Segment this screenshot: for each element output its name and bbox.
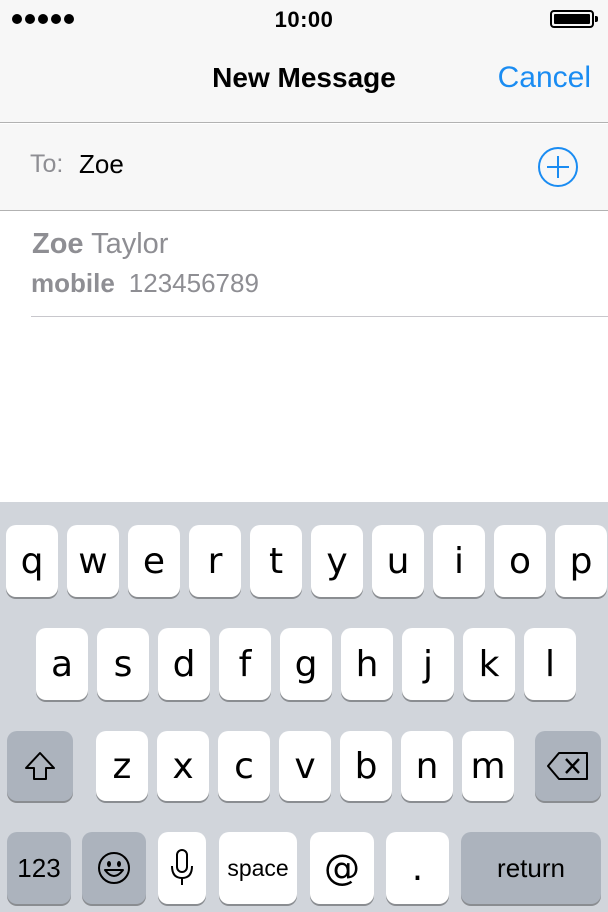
suggestion-name: Zoe Taylor [32, 228, 168, 261]
backspace-icon [547, 752, 588, 780]
shift-key[interactable] [7, 731, 73, 801]
navigation-bar: 10:00 New Message Cancel [0, 0, 608, 123]
key-w[interactable]: w [67, 525, 119, 597]
key-z[interactable]: z [96, 731, 148, 801]
key-m[interactable]: m [462, 731, 514, 801]
emoji-key[interactable] [82, 832, 146, 904]
key-d[interactable]: d [158, 628, 210, 700]
key-p[interactable]: p [555, 525, 607, 597]
key-r[interactable]: r [189, 525, 241, 597]
key-s[interactable]: s [97, 628, 149, 700]
key-v[interactable]: v [279, 731, 331, 801]
suggestion-detail: mobile 123456789 [31, 268, 259, 299]
dictation-key[interactable] [158, 832, 206, 904]
suggestion-name-rest: Taylor [83, 228, 169, 260]
to-label: To: [30, 150, 64, 178]
key-y[interactable]: y [311, 525, 363, 597]
suggestion-name-match: Zoe [32, 228, 84, 260]
keyboard: qwertyuiop asdfghjkl zxcvbnm 123 space @… [0, 502, 608, 912]
phone-type: mobile [31, 268, 115, 298]
key-x[interactable]: x [157, 731, 209, 801]
status-time: 10:00 [274, 7, 334, 32]
at-key[interactable]: @ [310, 832, 374, 904]
key-g[interactable]: g [280, 628, 332, 700]
microphone-icon [171, 849, 193, 885]
phone-number: 123456789 [128, 268, 259, 298]
add-contact-button[interactable] [537, 146, 579, 188]
key-u[interactable]: u [372, 525, 424, 597]
key-e[interactable]: e [128, 525, 180, 597]
plus-circle-icon [538, 147, 578, 187]
key-f[interactable]: f [219, 628, 271, 700]
key-n[interactable]: n [401, 731, 453, 801]
key-i[interactable]: i [433, 525, 485, 597]
cancel-button[interactable]: Cancel [498, 61, 591, 95]
key-a[interactable]: a [36, 628, 88, 700]
status-bar: 10:00 [0, 0, 608, 40]
delete-key[interactable] [535, 731, 601, 801]
contact-suggestion[interactable]: Zoe Taylor mobile 123456789 [31, 212, 608, 317]
recipient-row: To: Zoe [0, 124, 608, 211]
key-k[interactable]: k [463, 628, 515, 700]
shift-arrow-icon [25, 752, 55, 780]
key-b[interactable]: b [340, 731, 392, 801]
recipient-input[interactable]: Zoe [79, 149, 124, 180]
key-o[interactable]: o [494, 525, 546, 597]
period-key[interactable]: . [386, 832, 449, 904]
battery-icon [550, 10, 598, 28]
key-t[interactable]: t [250, 525, 302, 597]
return-key[interactable]: return [461, 832, 601, 904]
key-j[interactable]: j [402, 628, 454, 700]
key-l[interactable]: l [524, 628, 576, 700]
key-c[interactable]: c [218, 731, 270, 801]
key-q[interactable]: q [6, 525, 58, 597]
emoji-icon [98, 852, 130, 884]
numbers-key[interactable]: 123 [7, 832, 71, 904]
space-key[interactable]: space [219, 832, 297, 904]
key-h[interactable]: h [341, 628, 393, 700]
